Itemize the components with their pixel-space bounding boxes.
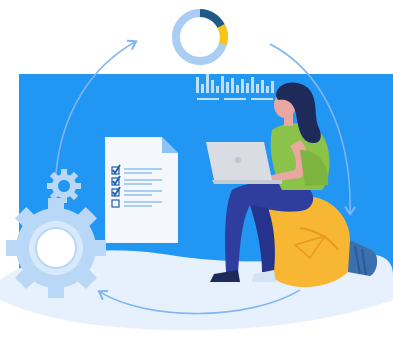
donut-chart-icon bbox=[172, 9, 228, 65]
small-gear-icon bbox=[47, 169, 81, 203]
illustration-scene bbox=[0, 0, 393, 339]
illustration-svg bbox=[0, 9, 393, 331]
checklist-document-icon bbox=[105, 137, 178, 243]
